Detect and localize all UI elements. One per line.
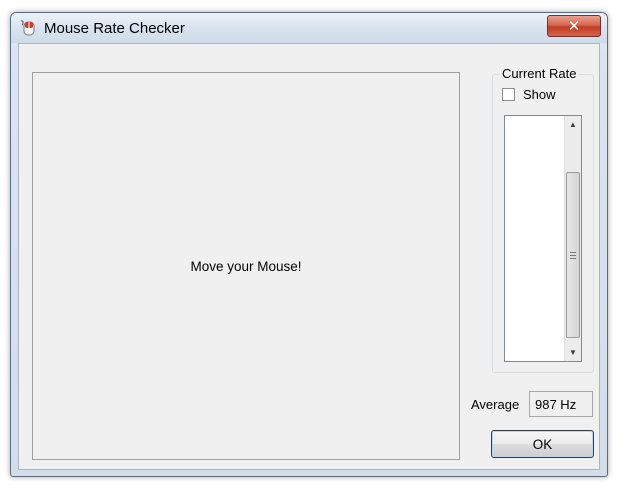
title-bar[interactable]: Mouse Rate Checker ✕ <box>11 13 607 43</box>
current-rate-list[interactable]: ▲ ▼ <box>504 115 582 362</box>
show-checkbox-label[interactable]: Show <box>523 87 556 102</box>
current-rate-group: Current Rate Show ▲ ▼ <box>492 66 594 373</box>
show-checkbox-row[interactable]: Show <box>502 87 556 102</box>
ok-button[interactable]: OK <box>491 430 594 458</box>
mouse-tracking-area[interactable]: Move your Mouse! <box>32 72 460 460</box>
average-label: Average <box>471 397 520 412</box>
scroll-up-arrow-icon[interactable]: ▲ <box>565 116 581 133</box>
list-scrollbar[interactable]: ▲ ▼ <box>564 116 581 361</box>
grip-icon <box>570 251 576 259</box>
scroll-down-arrow-icon[interactable]: ▼ <box>565 344 581 361</box>
close-button[interactable]: ✕ <box>547 15 601 37</box>
mouse-prompt-text: Move your Mouse! <box>190 258 302 274</box>
app-window: Mouse Rate Checker ✕ Move your Mouse! Cu… <box>10 12 608 477</box>
mouse-app-icon <box>20 20 35 36</box>
show-checkbox[interactable] <box>502 88 515 101</box>
window-title: Mouse Rate Checker <box>44 20 185 37</box>
close-icon: ✕ <box>567 17 581 35</box>
average-value-field: 987 Hz <box>529 391 593 417</box>
current-rate-group-title: Current Rate <box>499 66 580 81</box>
scrollbar-thumb[interactable] <box>566 172 580 338</box>
client-area: Move your Mouse! Current Rate Show ▲ ▼ A… <box>18 43 600 470</box>
